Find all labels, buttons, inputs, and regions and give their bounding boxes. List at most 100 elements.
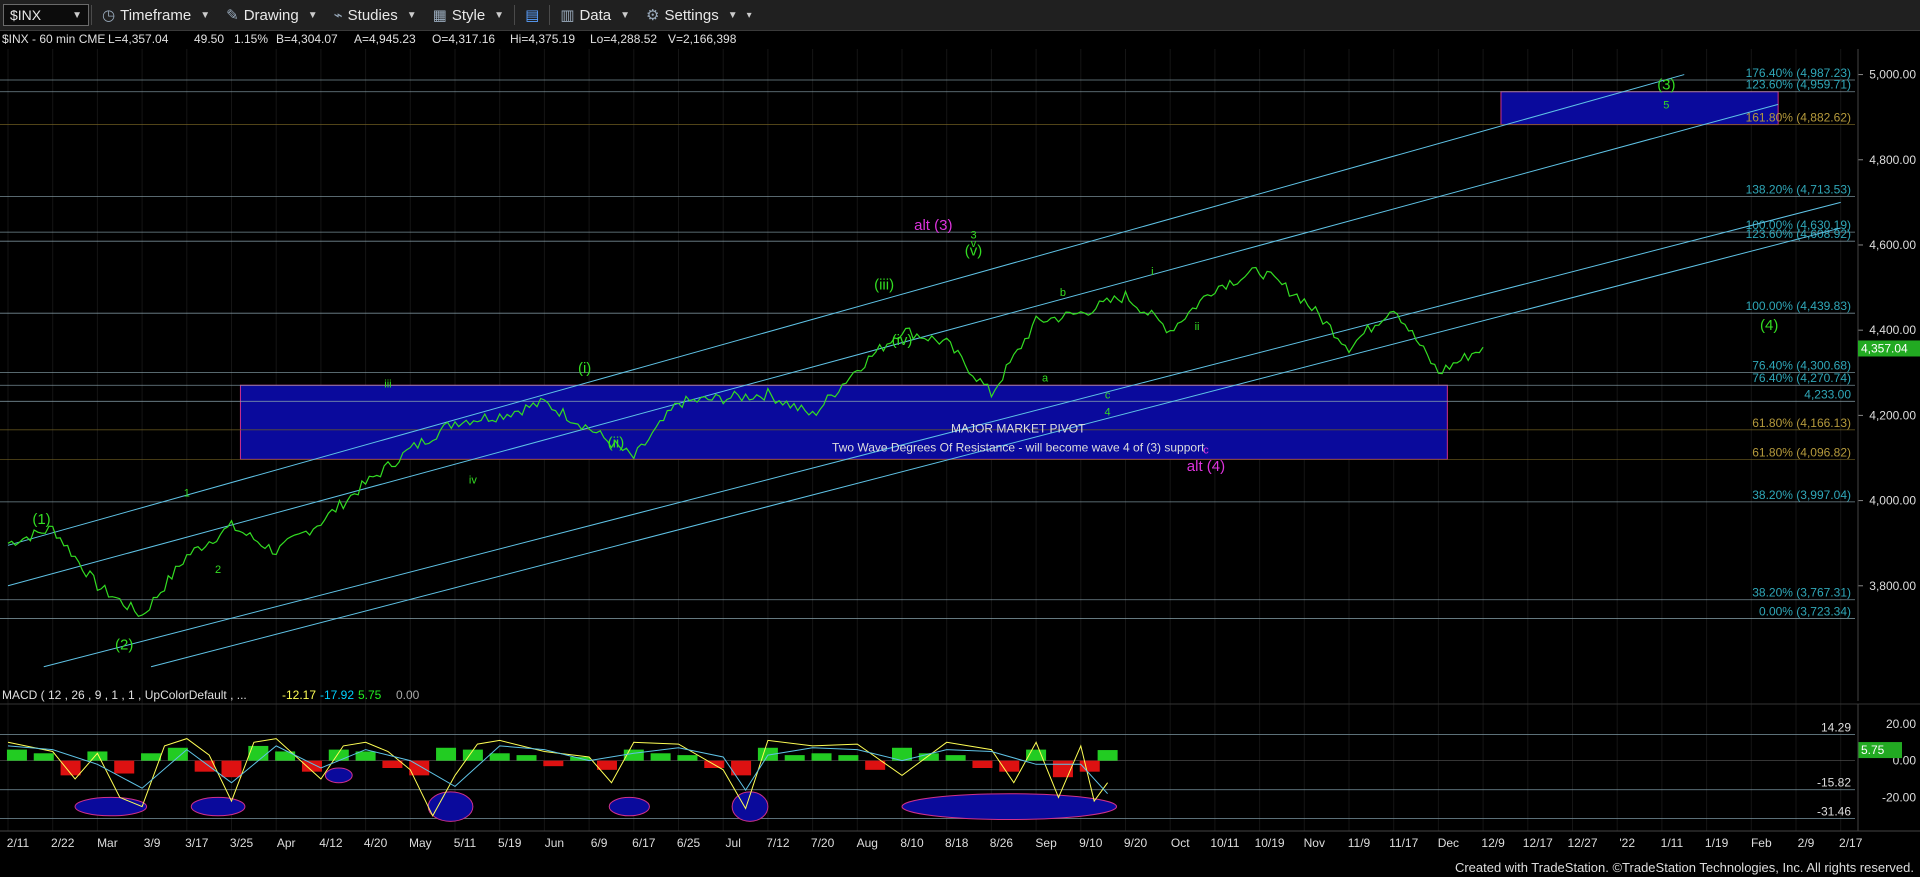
style-icon: ▦ bbox=[432, 7, 447, 24]
time-axis-label: 3/25 bbox=[230, 836, 254, 850]
time-axis-label: Oct bbox=[1171, 836, 1190, 850]
wave-annotation: 2 bbox=[215, 564, 221, 576]
price-axis-label: 4,800.00 bbox=[1869, 153, 1916, 167]
data-icon: ▥ bbox=[560, 7, 575, 24]
macd-ellipse bbox=[190, 796, 246, 817]
chevron-down-icon: ▼ bbox=[494, 9, 505, 21]
fib-level-label: 100.00% (4,439.83) bbox=[1746, 299, 1851, 313]
time-axis-label: 8/26 bbox=[990, 836, 1014, 850]
macd-histogram-bar bbox=[489, 753, 510, 761]
time-axis-label: 10/19 bbox=[1255, 836, 1285, 850]
macd-histogram-bar bbox=[784, 755, 805, 761]
fib-level-label: 123.60% (4,959.71) bbox=[1746, 78, 1851, 92]
toolbar-separator bbox=[91, 5, 92, 25]
wave-annotation: (2) bbox=[115, 637, 133, 654]
macd-ellipse bbox=[74, 796, 148, 817]
header-bid: B=4,304.07 bbox=[276, 32, 338, 46]
time-axis-label: 2/22 bbox=[51, 836, 75, 850]
macd-histogram-bar bbox=[516, 755, 537, 761]
header-last: L=4,357.04 bbox=[108, 32, 169, 46]
macd-histogram-bar bbox=[167, 747, 188, 761]
fib-level-label: 161.80% (4,882.62) bbox=[1746, 111, 1851, 125]
wave-annotation: MAJOR MARKET PIVOT bbox=[951, 421, 1086, 435]
time-axis-label: Aug bbox=[857, 836, 878, 850]
time-axis-label: 1/19 bbox=[1705, 836, 1729, 850]
time-axis-label: Mar bbox=[97, 836, 118, 850]
macd-ellipse bbox=[427, 791, 474, 822]
macd-histogram-bar bbox=[6, 749, 27, 761]
macd-level-label: -15.82 bbox=[1817, 776, 1851, 790]
time-axis-label: 6/25 bbox=[677, 836, 701, 850]
fib-level-label: 138.20% (4,713.53) bbox=[1746, 183, 1851, 197]
time-axis-label: 12/17 bbox=[1523, 836, 1553, 850]
fib-level-label: 38.20% (3,767.31) bbox=[1752, 586, 1851, 600]
gear-icon: ⚙ bbox=[646, 7, 660, 24]
macd-histogram-bar bbox=[33, 753, 54, 761]
time-axis-label: 5/11 bbox=[454, 836, 477, 850]
time-axis-label: 10/11 bbox=[1210, 836, 1239, 850]
settings-button[interactable]: ⚙ Settings ▼ ▾ bbox=[638, 2, 760, 28]
data-button[interactable]: ▥ Data ▼ bbox=[552, 2, 638, 28]
wave-annotation: Two Wave Degrees Of Resistance - will be… bbox=[832, 441, 1205, 455]
wave-annotation: (3) bbox=[1657, 76, 1675, 93]
pencil-icon: ✎ bbox=[226, 7, 239, 24]
macd-histogram-bar bbox=[543, 760, 564, 767]
wave-annotation: (i) bbox=[578, 360, 591, 377]
macd-histogram-bar bbox=[328, 749, 349, 761]
time-axis-label: Apr bbox=[277, 836, 296, 850]
macd-level-label: 14.29 bbox=[1821, 720, 1851, 734]
studies-label: Studies bbox=[347, 6, 398, 24]
time-axis-label: 5/19 bbox=[498, 836, 522, 850]
timeframe-button[interactable]: ◷ Timeframe ▼ bbox=[94, 2, 218, 28]
header-low: Lo=4,288.52 bbox=[590, 32, 657, 46]
wave-annotation: iii bbox=[384, 379, 391, 391]
wave-annotation: a bbox=[1042, 372, 1049, 384]
wave-annotation: (ii) bbox=[608, 434, 625, 451]
macd-ellipse bbox=[608, 796, 650, 817]
macd-histogram-bar bbox=[650, 753, 671, 761]
chevron-down-icon: ▼ bbox=[406, 9, 417, 21]
wave-annotation: ii bbox=[1195, 321, 1200, 333]
price-axis-label: 5,000.00 bbox=[1869, 68, 1916, 82]
layout-button[interactable]: ▤ bbox=[517, 2, 547, 28]
time-axis-label: 12/9 bbox=[1481, 836, 1505, 850]
time-axis-label: 4/12 bbox=[319, 836, 343, 850]
time-axis-label: Dec bbox=[1438, 836, 1459, 850]
style-button[interactable]: ▦ Style ▼ bbox=[425, 2, 512, 28]
wave-annotation: 1 bbox=[184, 487, 190, 499]
symbol-value: $INX bbox=[10, 7, 42, 23]
zone-target bbox=[1500, 91, 1779, 126]
symbol-input[interactable]: $INX ▼ bbox=[3, 4, 89, 26]
timeframe-label: Timeframe bbox=[120, 6, 192, 24]
chevron-down-icon: ▼ bbox=[200, 9, 211, 21]
macd-histogram-bar bbox=[838, 755, 859, 761]
macd-histogram-bar bbox=[382, 760, 403, 768]
header-volume: V=2,166,398 bbox=[668, 32, 737, 46]
wave-annotation: b bbox=[1060, 287, 1066, 299]
overflow-chevron-icon: ▾ bbox=[746, 9, 752, 21]
studies-button[interactable]: ⌁ Studies ▼ bbox=[326, 2, 425, 28]
chevron-down-icon: ▼ bbox=[72, 9, 82, 21]
price-axis-label: 4,400.00 bbox=[1869, 323, 1916, 337]
macd-histogram-bar bbox=[114, 760, 135, 774]
time-axis-label: 6/9 bbox=[591, 836, 608, 850]
wave-annotation: (1) bbox=[32, 511, 50, 528]
time-axis-label: 2/9 bbox=[1798, 836, 1815, 850]
macd-histogram-bar bbox=[945, 755, 966, 761]
header-high: Hi=4,375.19 bbox=[510, 32, 575, 46]
macd-histogram-bar bbox=[1052, 760, 1073, 778]
wave-annotation: (iv) bbox=[892, 332, 913, 349]
fib-level-label: 4,233.00 bbox=[1804, 387, 1851, 401]
macd-last-label: 5.75 bbox=[1861, 743, 1885, 757]
chevron-down-icon: ▼ bbox=[307, 9, 318, 21]
studies-icon: ⌁ bbox=[333, 7, 343, 24]
chart-canvas[interactable]: 5,000.00 4,800.00 4,600.00 4,400.00 4,200.00… bbox=[0, 31, 1920, 877]
wave-annotation: c bbox=[1105, 389, 1111, 401]
wave-annotation: (iii) bbox=[874, 277, 894, 294]
time-axis-label: Jul bbox=[726, 836, 741, 850]
drawing-button[interactable]: ✎ Drawing ▼ bbox=[218, 2, 326, 28]
fib-level-label: 61.80% (4,096.82) bbox=[1752, 445, 1851, 459]
toolbar: $INX ▼ ◷ Timeframe ▼ ✎ Drawing ▼ ⌁ Studi… bbox=[0, 0, 1920, 31]
wave-annotation: iv bbox=[469, 475, 477, 487]
last-price-label: 4,357.04 bbox=[1861, 341, 1908, 355]
